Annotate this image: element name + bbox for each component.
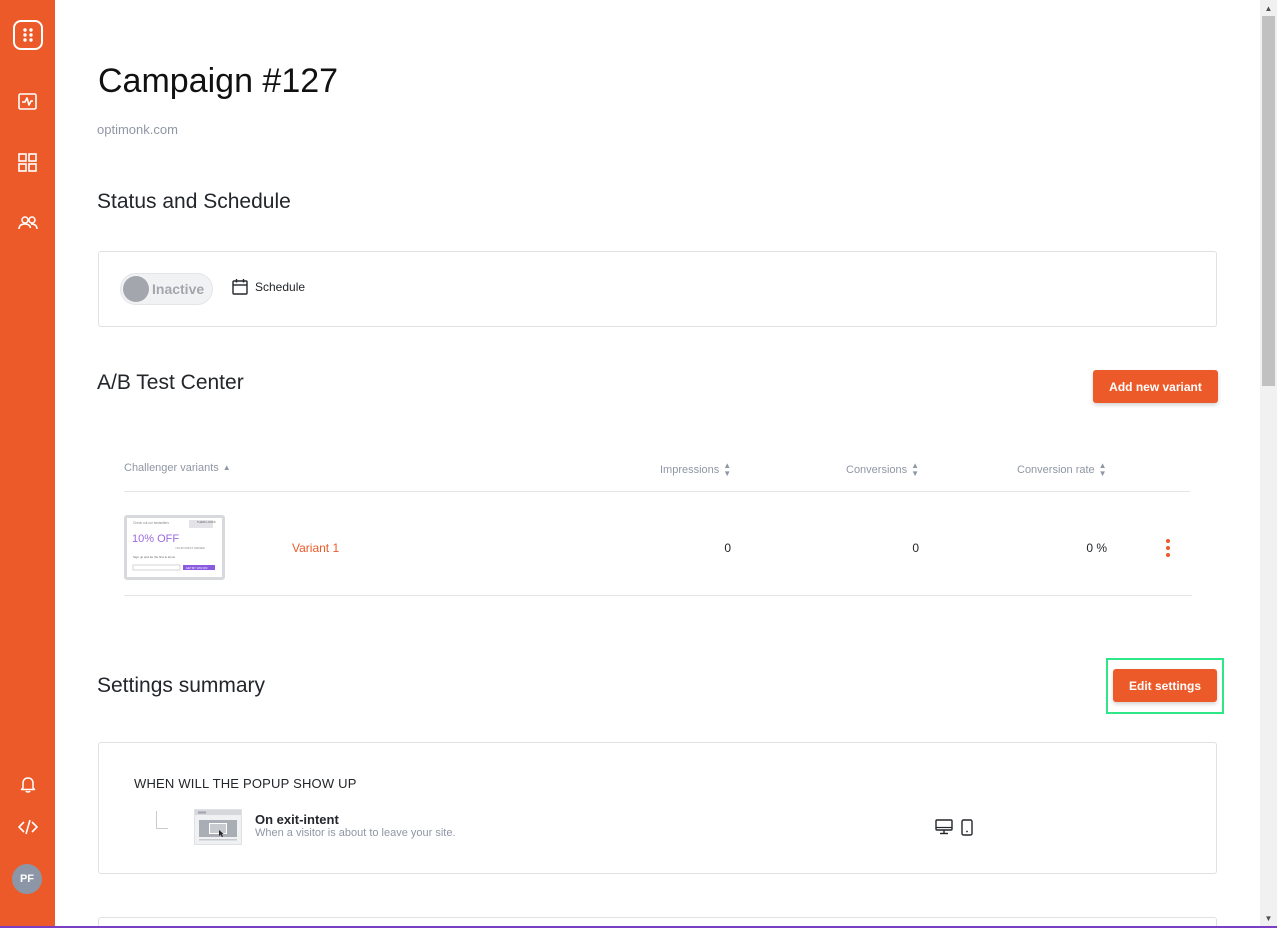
desktop-icon bbox=[935, 819, 953, 835]
scroll-down-icon[interactable]: ▼ bbox=[1260, 910, 1277, 926]
campaign-domain: optimonk.com bbox=[97, 122, 178, 137]
exit-intent-illustration bbox=[194, 809, 242, 845]
calendar-icon bbox=[232, 279, 248, 295]
code-icon bbox=[17, 819, 38, 835]
logo-icon bbox=[12, 20, 43, 50]
variant-impressions: 0 bbox=[724, 541, 731, 555]
thumb-cta: GET MY 10% OFF bbox=[186, 566, 208, 570]
when-popup-title: WHEN WILL THE POPUP SHOW UP bbox=[134, 776, 357, 791]
status-card: Inactive Schedule bbox=[98, 251, 1217, 327]
vertical-scrollbar[interactable]: ▲ ▼ bbox=[1260, 0, 1277, 928]
thumb-subtext: YOUR FIRST ORDER bbox=[175, 546, 206, 550]
sidebar: PF bbox=[0, 0, 55, 928]
column-header-conversion-rate[interactable]: Conversion rate ▲ ▼ bbox=[1017, 462, 1107, 478]
variant-thumbnail[interactable]: Check out our bestsellers THANK LOOKS 10… bbox=[124, 515, 225, 580]
schedule-button[interactable]: Schedule bbox=[232, 278, 305, 295]
status-section-title: Status and Schedule bbox=[97, 190, 291, 213]
analytics-icon bbox=[18, 92, 37, 110]
table-header-divider bbox=[124, 491, 1190, 492]
sort-icon: ▲ ▼ bbox=[1098, 461, 1107, 478]
scrollbar-thumb[interactable] bbox=[1262, 16, 1275, 386]
main-content: Campaign #127 optimonk.com Status and Sc… bbox=[55, 0, 1260, 928]
column-header-conversions[interactable]: Conversions ▲ ▼ bbox=[846, 462, 919, 478]
mobile-icon bbox=[961, 819, 973, 836]
device-icons bbox=[935, 819, 973, 836]
tree-connector bbox=[156, 811, 168, 829]
avatar[interactable]: PF bbox=[12, 864, 42, 894]
column-label: Conversions bbox=[846, 464, 908, 476]
users-icon bbox=[17, 216, 38, 230]
schedule-label: Schedule bbox=[255, 279, 306, 294]
sort-icon: ▲ ▼ bbox=[723, 461, 732, 478]
page-title: Campaign #127 bbox=[98, 62, 339, 100]
variant-conversion-rate: 0 % bbox=[1086, 541, 1107, 555]
column-header-variants[interactable]: Challenger variants ▲ bbox=[124, 462, 231, 474]
sidebar-item-notifications[interactable] bbox=[0, 766, 55, 802]
sidebar-item-campaigns[interactable] bbox=[0, 144, 55, 180]
scroll-up-icon[interactable]: ▲ bbox=[1260, 0, 1277, 16]
logo-button[interactable] bbox=[0, 17, 55, 53]
sidebar-item-analytics[interactable] bbox=[0, 83, 55, 119]
sidebar-item-code[interactable] bbox=[0, 809, 55, 845]
column-label: Conversion rate bbox=[1017, 464, 1095, 476]
toggle-label: Inactive bbox=[152, 281, 205, 297]
thumb-badge: THANK LOOKS bbox=[197, 520, 216, 524]
column-label: Challenger variants bbox=[124, 462, 219, 474]
sidebar-item-subscribers[interactable] bbox=[0, 205, 55, 241]
trigger-title: On exit-intent bbox=[255, 812, 339, 827]
variant-more-menu-icon[interactable] bbox=[1163, 539, 1173, 557]
table-row-divider bbox=[124, 595, 1192, 596]
add-new-variant-button[interactable]: Add new variant bbox=[1093, 370, 1218, 403]
status-toggle[interactable]: Inactive bbox=[120, 273, 213, 305]
column-header-impressions[interactable]: Impressions ▲ ▼ bbox=[660, 462, 731, 478]
thumb-line: Sign up and be the first to know bbox=[133, 555, 176, 559]
bell-icon bbox=[20, 776, 35, 793]
ab-test-section-title: A/B Test Center bbox=[97, 371, 244, 394]
sort-asc-icon: ▲ bbox=[222, 463, 231, 472]
variant-name-link[interactable]: Variant 1 bbox=[292, 541, 339, 555]
sort-icon: ▲ ▼ bbox=[911, 461, 920, 478]
column-label: Impressions bbox=[660, 464, 720, 476]
settings-section-title: Settings summary bbox=[97, 674, 266, 697]
trigger-card: WHEN WILL THE POPUP SHOW UP On exit-inte… bbox=[98, 742, 1217, 874]
edit-settings-button[interactable]: Edit settings bbox=[1113, 669, 1217, 702]
variant-conversions: 0 bbox=[912, 541, 919, 555]
thumb-headline: 10% OFF bbox=[132, 533, 179, 545]
dashboard-grid-icon bbox=[18, 152, 37, 172]
trigger-description: When a visitor is about to leave your si… bbox=[255, 827, 456, 839]
toggle-knob bbox=[123, 276, 149, 302]
thumb-small-top: Check out our bestsellers bbox=[133, 521, 169, 525]
